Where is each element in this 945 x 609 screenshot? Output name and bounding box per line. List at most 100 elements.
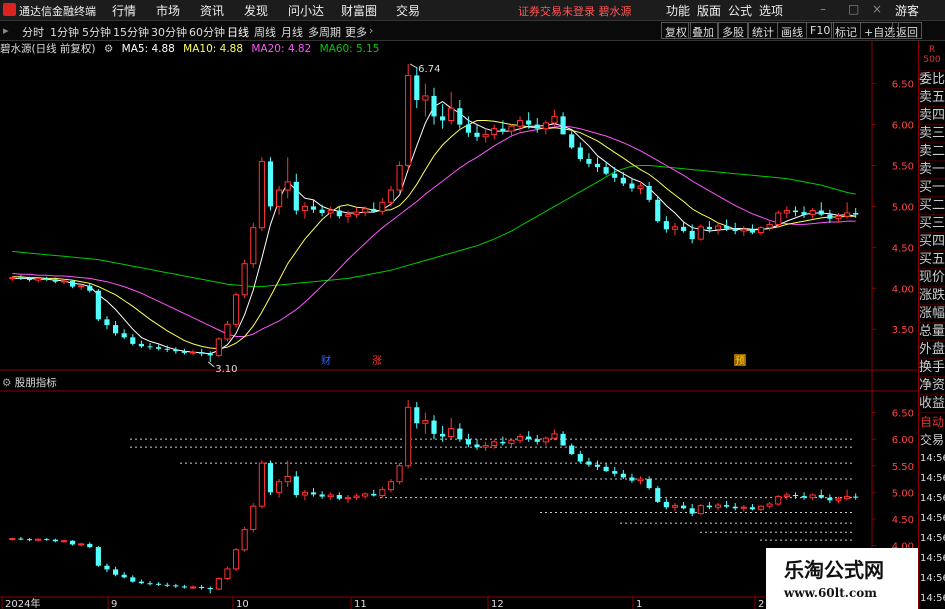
trade-time-0: 14:56 <box>920 453 945 464</box>
trade-label[interactable]: 交易 <box>919 431 945 449</box>
main-candle-body-50 <box>440 116 446 121</box>
sub-candle-body-40 <box>353 495 360 499</box>
menu-jiaoyi[interactable]: 交易 <box>396 2 420 19</box>
sub-candle-body-48 <box>422 420 429 424</box>
tab-multi-period[interactable]: 多周期 <box>308 24 341 40</box>
menu-hangqing[interactable]: 行情 <box>112 2 136 19</box>
quote-field-5: 卖一 <box>919 162 945 179</box>
menu-gongshi[interactable]: 公式 <box>728 2 752 19</box>
sub-candle-body-90 <box>783 494 790 498</box>
indicator-settings-icon[interactable]: ⚙ <box>2 377 11 389</box>
ma10-line <box>12 120 856 350</box>
tab-60min[interactable]: 60分钟 <box>189 24 225 40</box>
sub-candle-body-76 <box>663 501 669 508</box>
tab-fenshi[interactable]: 分时 <box>22 24 44 40</box>
back-button[interactable]: 返回 <box>892 22 922 39</box>
trade-time-6: 14:56 <box>920 573 945 584</box>
main-candle-body-63 <box>551 115 558 124</box>
menu-caifuquan[interactable]: 财富圈 <box>341 2 377 19</box>
menu-faxian[interactable]: 发现 <box>244 2 268 19</box>
tab-15min[interactable]: 15分钟 <box>113 24 149 40</box>
maximize-icon[interactable]: □ <box>848 2 859 16</box>
main-candle-body-29 <box>258 160 265 229</box>
high-price-label: 6.74 <box>418 64 440 75</box>
minimize-icon[interactable]: – <box>820 2 826 16</box>
draw-line-button[interactable]: 画线 <box>777 22 807 39</box>
main-candle-body-37 <box>327 210 334 214</box>
quote-field-12: 涨跌 <box>919 288 945 305</box>
sub-candle-body-34 <box>301 491 308 496</box>
main-candle-body-27 <box>241 263 248 296</box>
multi-stock-button[interactable]: 多股 <box>718 22 748 39</box>
quote-field-2: 卖四 <box>919 108 945 125</box>
tab-daily[interactable]: 日线 <box>227 24 249 40</box>
tab-30min[interactable]: 30分钟 <box>151 24 187 40</box>
main-candle-body-51 <box>448 107 455 121</box>
tab-5min[interactable]: 5分钟 <box>82 24 111 40</box>
high-pointer <box>409 63 418 69</box>
main-candle-body-3 <box>35 277 42 281</box>
main-candle-body-97 <box>844 212 851 217</box>
main-candle-body-6 <box>60 280 68 283</box>
guest-user[interactable]: 游客 <box>895 2 919 19</box>
sub-candle-body-54 <box>474 444 480 448</box>
trade-time-1: 14:56 <box>920 473 945 484</box>
tab-more[interactable]: 更多 <box>345 24 367 40</box>
sub-candle-body-11 <box>104 565 110 570</box>
sub-candle-body-0 <box>9 538 16 541</box>
kline-chart[interactable]: 6.50 6.00 5.50 5.00 4.50 4.00 3.50 6.50 6.00 5.50… <box>0 41 918 609</box>
menu-shichang[interactable]: 市场 <box>156 2 180 19</box>
main-candle-body-53 <box>465 124 472 133</box>
sub-candle-body-42 <box>371 493 377 496</box>
main-candle-body-15 <box>138 343 144 347</box>
main-candle-body-39 <box>344 214 352 217</box>
menu-gongneng[interactable]: 功能 <box>666 2 690 19</box>
auto-label[interactable]: 自动 <box>919 413 945 431</box>
sub-candle-body-82 <box>714 504 722 508</box>
main-candle-body-33 <box>293 181 299 211</box>
main-candle-body-13 <box>121 333 127 338</box>
main-candle-body-38 <box>336 210 342 217</box>
sub-candle-body-67 <box>586 461 592 465</box>
sub-candle-body-73 <box>637 478 644 482</box>
sub-candle-body-33 <box>293 476 299 495</box>
tab-weekly[interactable]: 周线 <box>254 24 276 40</box>
sub-candle-body-46 <box>405 406 412 467</box>
main-candle-body-56 <box>491 128 498 135</box>
sub-candle-body-45 <box>396 465 403 483</box>
main-candle-body-9 <box>87 285 93 291</box>
sub-candle-body-19 <box>173 585 179 587</box>
time-label-4: 12 <box>491 599 504 609</box>
menu-bar: 通达信金融终端 行情 市场 资讯 发现 问小达 财富圈 交易 证券交易未登录 碧… <box>0 0 945 21</box>
collapse-icon[interactable]: ▸ <box>3 24 9 37</box>
login-notice[interactable]: 证券交易未登录 碧水源 <box>518 3 632 19</box>
menu-xuanxiang[interactable]: 选项 <box>759 2 783 19</box>
sub-candle-body-14 <box>130 577 136 582</box>
sub-price-label-3: 5.00 <box>892 488 914 499</box>
sub-candle-body-8 <box>78 543 85 546</box>
main-candle-body-83 <box>724 226 730 229</box>
close-icon[interactable]: × <box>872 2 882 16</box>
menu-zixun[interactable]: 资讯 <box>200 2 224 19</box>
mark-button[interactable]: 标记 <box>831 22 861 39</box>
main-candle-body-78 <box>680 226 687 231</box>
menu-wenxiaoda[interactable]: 问小达 <box>288 2 324 19</box>
sub-candle-body-72 <box>629 477 635 481</box>
tab-1min[interactable]: 1分钟 <box>50 24 79 40</box>
fuquan-button[interactable]: 复权 <box>661 22 691 39</box>
sub-candle-body-77 <box>671 505 679 508</box>
watermark-url: www.60lt.com <box>784 586 877 600</box>
quote-field-7: 买二 <box>919 198 945 215</box>
main-candle-body-68 <box>594 163 601 168</box>
sub-price-label-0: 6.50 <box>892 409 914 420</box>
main-candle-body-7 <box>69 280 76 287</box>
quote-field-14: 总量 <box>919 324 945 341</box>
menu-banmian[interactable]: 版面 <box>697 2 721 19</box>
tab-monthly[interactable]: 月线 <box>281 24 303 40</box>
sub-candle-body-41 <box>362 493 369 497</box>
sub-candle-body-18 <box>164 584 170 586</box>
statistics-button[interactable]: 统计 <box>748 22 778 39</box>
overlay-button[interactable]: 叠加 <box>688 22 718 39</box>
sub-candle-body-69 <box>603 466 609 472</box>
sub-candle-body-43 <box>379 489 386 497</box>
